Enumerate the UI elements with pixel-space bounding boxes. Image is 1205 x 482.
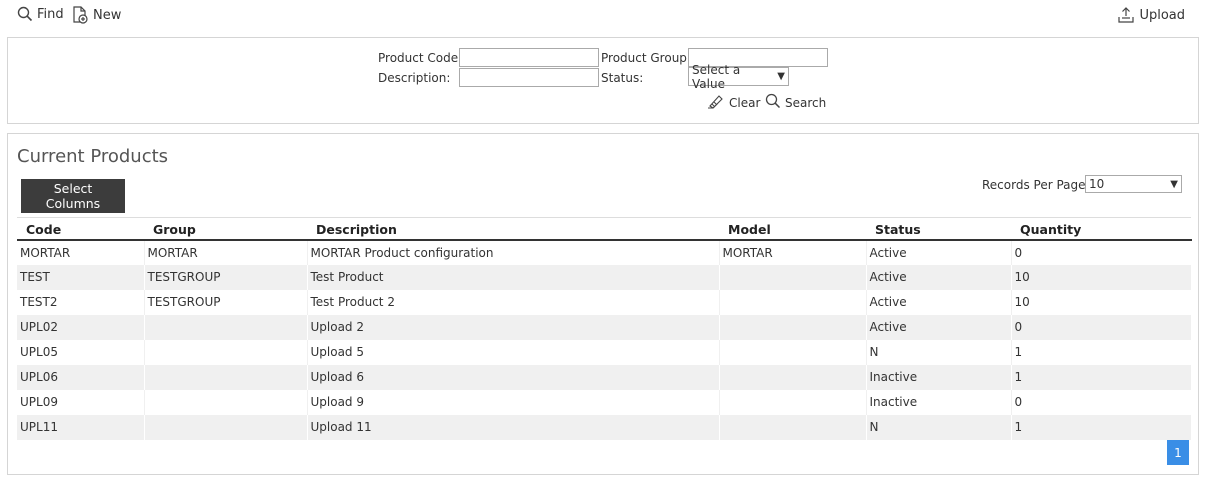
table-row[interactable]: MORTAR MORTAR MORTAR Product configurati… — [17, 239, 1192, 265]
panel-title: Current Products — [17, 146, 169, 167]
clear-button[interactable]: Clear — [707, 93, 760, 112]
cell-group — [144, 364, 308, 390]
description-label: Description: — [378, 71, 451, 85]
cell-status: Inactive — [866, 364, 1012, 390]
cell-description: Test Product — [307, 264, 720, 290]
search-button[interactable]: Search — [765, 93, 826, 112]
pagination-page-1[interactable]: 1 — [1167, 440, 1189, 465]
cell-code: TEST2 — [17, 289, 145, 315]
cell-group — [144, 414, 308, 440]
status-select[interactable]: Select a Value ▼ — [688, 63, 789, 91]
cell-status: N — [866, 414, 1012, 440]
records-per-page-label: Records Per Page: — [982, 178, 1090, 192]
cell-group: MORTAR — [144, 239, 308, 265]
cell-status: Inactive — [866, 389, 1012, 415]
table-row[interactable]: TEST TESTGROUP Test Product Active 10 — [17, 264, 1192, 290]
toolbar: Find New Upload — [0, 0, 1205, 36]
cell-quantity: 1 — [1011, 339, 1192, 365]
cell-quantity: 0 — [1011, 239, 1192, 265]
cell-group — [144, 339, 308, 365]
status-label: Status: — [601, 71, 644, 85]
products-panel: Current Products Select Columns Records … — [7, 133, 1199, 475]
cell-status: Active — [866, 289, 1012, 315]
table-row[interactable]: UPL05 Upload 5 N 1 — [17, 339, 1192, 365]
column-header-code[interactable]: Code — [17, 217, 144, 241]
cell-model — [719, 389, 867, 415]
cell-group: TESTGROUP — [144, 289, 308, 315]
cell-description: Upload 5 — [307, 339, 720, 365]
cell-description: Upload 9 — [307, 389, 720, 415]
products-table: Code Group Description Model Status Quan… — [17, 217, 1192, 440]
chevron-down-icon: ▼ — [1170, 178, 1178, 190]
column-header-quantity[interactable]: Quantity — [1011, 217, 1191, 241]
cell-description: MORTAR Product configuration — [307, 239, 720, 265]
search-icon — [765, 93, 781, 112]
cell-quantity: 10 — [1011, 289, 1192, 315]
new-label: New — [93, 7, 122, 23]
column-header-model[interactable]: Model — [719, 217, 866, 241]
cell-description: Upload 2 — [307, 314, 720, 340]
cell-code: MORTAR — [17, 239, 145, 265]
cell-status: Active — [866, 264, 1012, 290]
cell-quantity: 1 — [1011, 414, 1192, 440]
cell-model — [719, 339, 867, 365]
cell-code: TEST — [17, 264, 145, 290]
table-row[interactable]: UPL02 Upload 2 Active 0 — [17, 314, 1192, 340]
upload-icon — [1117, 6, 1135, 24]
upload-button[interactable]: Upload — [1117, 6, 1185, 24]
cell-model: MORTAR — [719, 239, 867, 265]
search-label: Search — [785, 95, 827, 110]
cell-model — [719, 364, 867, 390]
product-group-label: Product Group: — [601, 51, 691, 65]
cell-status: Active — [866, 239, 1012, 265]
find-button[interactable]: Find — [17, 6, 64, 22]
cell-code: UPL02 — [17, 314, 145, 340]
table-row[interactable]: UPL09 Upload 9 Inactive 0 — [17, 389, 1192, 415]
records-per-page-select[interactable]: 10 ▼ — [1085, 175, 1182, 193]
description-input[interactable] — [459, 68, 599, 87]
cell-model — [719, 314, 867, 340]
table-row[interactable]: UPL11 Upload 11 N 1 — [17, 414, 1192, 440]
cell-quantity: 0 — [1011, 389, 1192, 415]
search-icon — [17, 6, 33, 22]
cell-code: UPL06 — [17, 364, 145, 390]
cell-quantity: 1 — [1011, 364, 1192, 390]
select-columns-button[interactable]: Select Columns — [21, 179, 125, 213]
eraser-icon — [707, 93, 725, 112]
new-button[interactable]: New — [72, 6, 121, 24]
status-select-value: Select a Value — [692, 62, 741, 91]
cell-model — [719, 289, 867, 315]
column-header-group[interactable]: Group — [144, 217, 307, 241]
cell-code: UPL11 — [17, 414, 145, 440]
cell-quantity: 0 — [1011, 314, 1192, 340]
cell-code: UPL09 — [17, 389, 145, 415]
product-code-label: Product Code: — [378, 51, 463, 65]
table-header-row: Code Group Description Model Status Quan… — [17, 217, 1191, 241]
table-row[interactable]: TEST2 TESTGROUP Test Product 2 Active 10 — [17, 289, 1192, 315]
column-header-status[interactable]: Status — [866, 217, 1011, 241]
column-header-description[interactable]: Description — [307, 217, 719, 241]
cell-model — [719, 264, 867, 290]
cell-model — [719, 414, 867, 440]
cell-status: N — [866, 339, 1012, 365]
filter-panel: Product Code: Product Group: Description… — [7, 37, 1199, 124]
records-per-page-value: 10 — [1089, 177, 1105, 191]
find-label: Find — [37, 6, 64, 22]
cell-description: Upload 11 — [307, 414, 720, 440]
cell-quantity: 10 — [1011, 264, 1192, 290]
new-document-icon — [72, 6, 89, 24]
cell-description: Test Product 2 — [307, 289, 720, 315]
cell-group — [144, 389, 308, 415]
cell-group: TESTGROUP — [144, 264, 308, 290]
cell-description: Upload 6 — [307, 364, 720, 390]
product-code-input[interactable] — [459, 48, 599, 67]
table-row[interactable]: UPL06 Upload 6 Inactive 1 — [17, 364, 1192, 390]
cell-status: Active — [866, 314, 1012, 340]
cell-code: UPL05 — [17, 339, 145, 365]
clear-label: Clear — [729, 95, 761, 110]
cell-group — [144, 314, 308, 340]
upload-label: Upload — [1139, 7, 1185, 23]
chevron-down-icon: ▼ — [777, 71, 785, 82]
